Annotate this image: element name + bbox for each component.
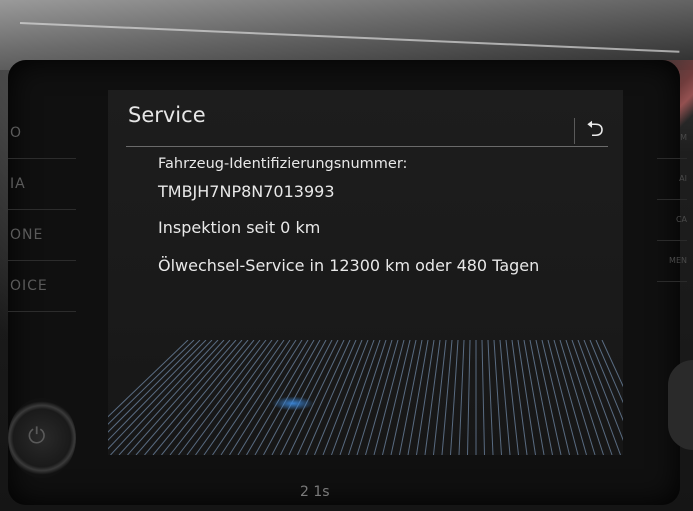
- vin-value: TMBJH7NP8N7013993: [158, 182, 335, 201]
- hardkey-voice[interactable]: OICE: [8, 261, 76, 312]
- grid-line: [441, 340, 453, 455]
- grid-line: [433, 340, 447, 455]
- grid-line: [144, 340, 243, 455]
- grid-line: [365, 340, 399, 455]
- status-temperature: 2 1s: [300, 484, 330, 500]
- inspection-status: Inspektion seit 0 km: [158, 218, 321, 237]
- grid-line: [535, 340, 562, 455]
- hardkey-phone[interactable]: ONE: [8, 210, 76, 261]
- grid-line: [467, 340, 471, 455]
- page-title: Service: [128, 103, 206, 127]
- service-screen: Service ⮌ Fahrzeug-Identifizierungsnumme…: [108, 90, 623, 455]
- grid-line: [499, 340, 511, 455]
- grid-line: [481, 340, 485, 455]
- power-icon: ⏻: [28, 424, 46, 449]
- grid-line: [487, 340, 494, 455]
- hardkey-right-2[interactable]: AI: [657, 159, 687, 200]
- right-hardkey-column: M AI CA MEN: [657, 118, 687, 282]
- tuner-knob[interactable]: [668, 360, 693, 450]
- back-button[interactable]: ⮌: [574, 118, 615, 144]
- grid-line: [511, 340, 528, 455]
- header-divider: [126, 146, 608, 147]
- grid-line: [108, 340, 213, 450]
- grid-line: [390, 340, 417, 455]
- grid-line: [135, 340, 237, 455]
- back-arrow-icon: ⮌: [586, 117, 604, 142]
- hardkey-right-1[interactable]: M: [657, 118, 687, 159]
- grid-line: [186, 340, 273, 455]
- hardkey-menu[interactable]: MEN: [657, 241, 687, 282]
- grid-line: [493, 340, 502, 455]
- glow-highlight: [261, 388, 345, 416]
- grid-line: [178, 340, 267, 455]
- grid-line: [424, 340, 441, 455]
- decorative-grid-floor: [108, 340, 623, 455]
- grid-line: [505, 340, 519, 455]
- grid-line: [110, 340, 219, 455]
- hardkey-right-3[interactable]: CA: [657, 200, 687, 241]
- left-hardkey-column: O IA ONE OICE: [8, 108, 76, 312]
- grid-line: [553, 340, 587, 455]
- grid-line: [547, 340, 579, 455]
- oil-service-status: Ölwechsel-Service in 12300 km oder 480 T…: [158, 256, 540, 275]
- vin-label: Fahrzeug-Identifizierungsnummer:: [158, 156, 408, 172]
- status-bar: 2 1s: [300, 484, 330, 500]
- grid-line: [152, 340, 249, 455]
- hardkey-media[interactable]: IA: [8, 159, 76, 210]
- grid-line: [458, 340, 465, 455]
- grid-line: [373, 340, 405, 455]
- grid-line: [601, 340, 623, 388]
- hardkey-radio[interactable]: O: [8, 108, 76, 159]
- grid-line: [450, 340, 459, 455]
